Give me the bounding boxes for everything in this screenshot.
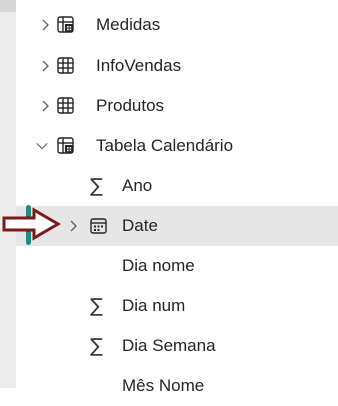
tree-item-label: InfoVendas (96, 56, 182, 75)
calendar-table-icon (57, 137, 74, 154)
tree-item-dia-semana[interactable]: ∑ Dia Semana (16, 326, 338, 366)
tree-item-tabela-calendario[interactable]: Tabela Calendário (16, 126, 338, 166)
tree-item-label: Dia num (122, 296, 186, 315)
sigma-icon: ∑ (90, 295, 103, 317)
fields-tree: Medidas InfoVendas Produtos Tabela Calen… (16, 0, 338, 395)
tree-item-medidas[interactable]: Medidas (16, 5, 338, 45)
left-panel-strip-top (0, 0, 16, 12)
tree-item-date[interactable]: Date (16, 206, 338, 246)
tree-item-label: Produtos (96, 96, 165, 115)
tree-item-dia-nome[interactable]: Dia nome (16, 246, 338, 286)
tree-item-mes-nome[interactable]: Mês Nome (16, 366, 338, 406)
tree-item-ano[interactable]: ∑ Ano (16, 166, 338, 206)
date-hierarchy-icon (90, 218, 107, 234)
tree-item-label: Tabela Calendário (96, 136, 234, 155)
tree-item-label: Mês Nome (122, 376, 205, 395)
chevron-right-icon[interactable] (38, 59, 52, 73)
tree-item-label: Medidas (96, 15, 161, 34)
chevron-right-icon[interactable] (38, 18, 52, 32)
tree-item-produtos[interactable]: Produtos (16, 86, 338, 126)
chevron-down-icon[interactable] (35, 139, 49, 153)
tree-item-label: Dia Semana (122, 336, 216, 355)
chevron-right-icon[interactable] (66, 219, 80, 233)
table-icon (57, 97, 74, 114)
tree-item-label: Date (122, 216, 158, 235)
table-icon (57, 57, 74, 74)
measure-table-icon (57, 16, 74, 33)
left-panel-strip (0, 0, 16, 388)
annotation-arrow-icon (2, 207, 61, 241)
chevron-right-icon[interactable] (38, 99, 52, 113)
tree-item-label: Dia nome (122, 256, 195, 275)
tree-item-dia-num[interactable]: ∑ Dia num (16, 286, 338, 326)
sigma-icon: ∑ (90, 335, 103, 357)
tree-item-infovendas[interactable]: InfoVendas (16, 46, 338, 86)
tree-item-label: Ano (122, 176, 153, 195)
sigma-icon: ∑ (90, 175, 103, 197)
